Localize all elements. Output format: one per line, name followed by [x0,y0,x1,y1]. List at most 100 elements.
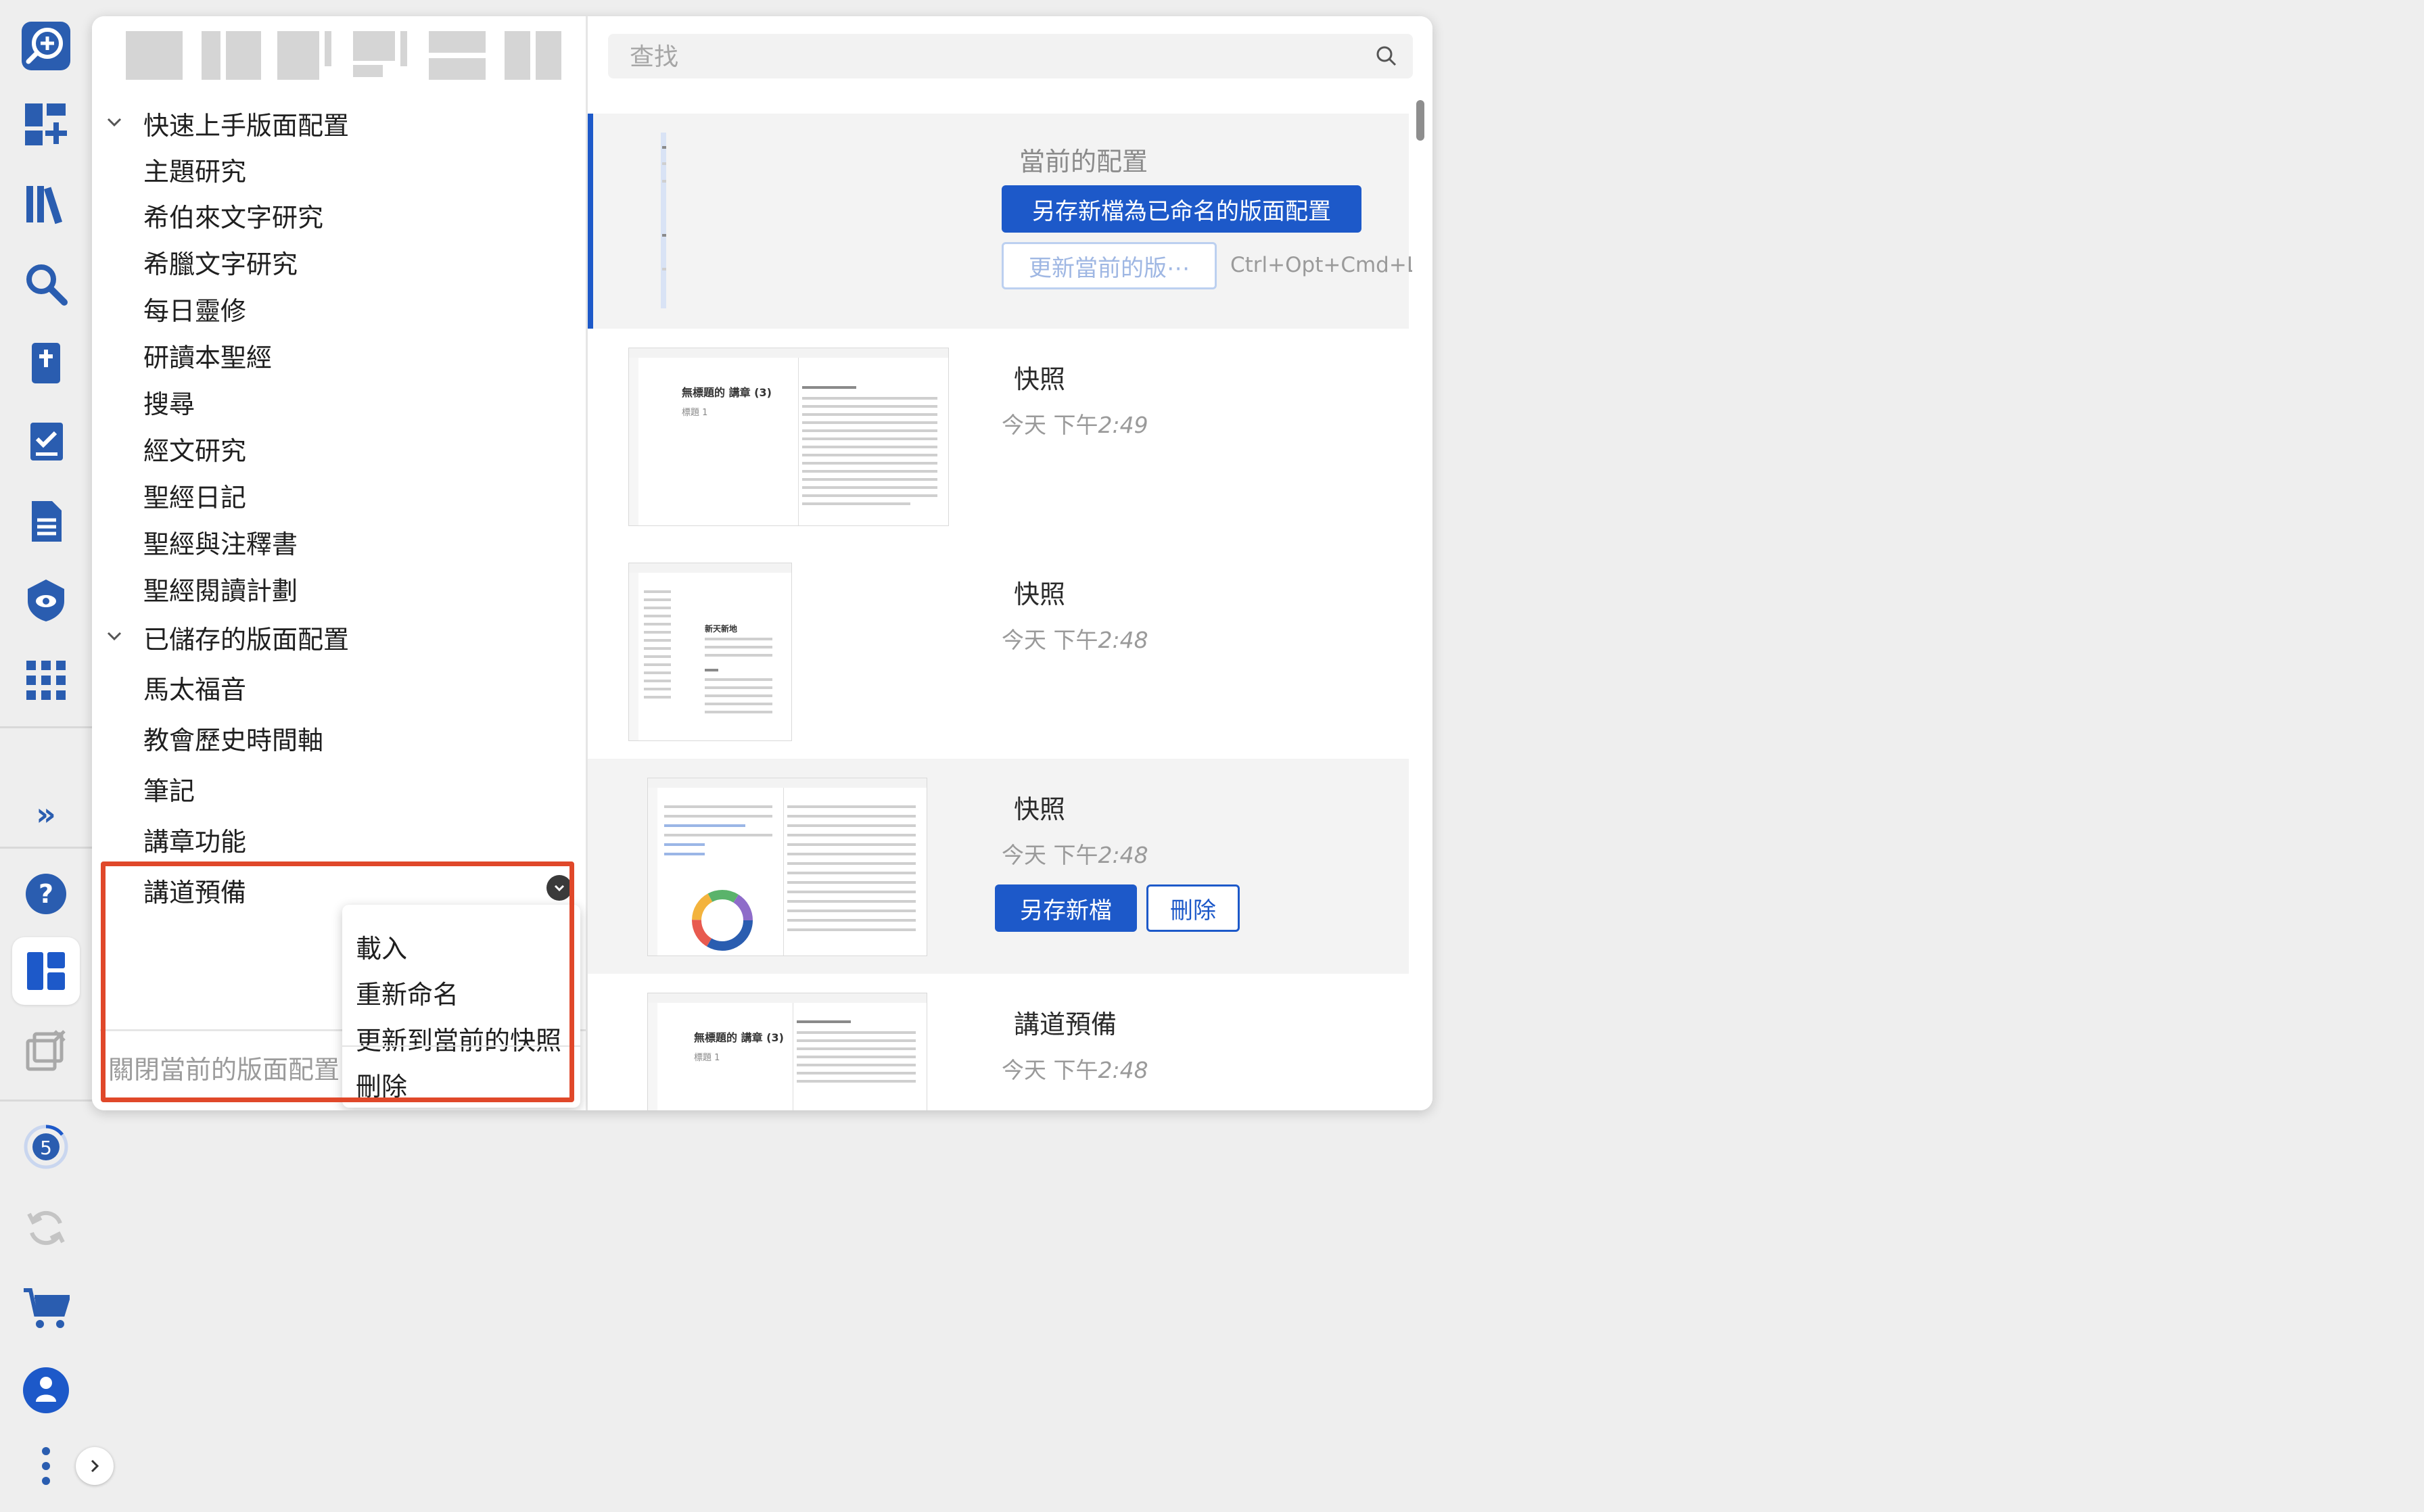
current-layout-title: 當前的配置 [1019,147,1148,176]
more-vert-icon[interactable] [12,1432,80,1500]
tree-item-label: 教會歷史時間軸 [143,725,324,755]
shield-eye-icon[interactable] [12,567,80,634]
saved-layout-item[interactable]: 教會歷史時間軸 [92,715,586,761]
snapshot-title: 快照 [1014,580,1066,609]
keyboard-shortcut: Ctrl+Opt+Cmd+L [1230,253,1418,277]
expand-rail-button[interactable]: » [12,780,80,848]
sync-badge-count: 5 [40,1137,52,1159]
sync-icon[interactable] [12,1194,80,1262]
item-menu-button[interactable] [546,875,572,901]
layout-columns-icon[interactable] [505,31,567,82]
tree-item-label: 希臘文字研究 [143,249,298,279]
rail-divider [0,726,92,728]
layout-alert-icon[interactable] [277,31,340,82]
snapshot-card[interactable]: 無標題的 講章 (3) 標題 1 講道預備 今天 下午2:48 [588,974,1409,1110]
tree-item-label: 講章功能 [143,826,247,857]
saved-layout-item[interactable]: 馬太福音 [92,664,586,710]
snapshot-title: 講道預備 [1014,1010,1117,1039]
layouts-icon[interactable] [12,937,80,1005]
tree-item-label: 希伯來文字研究 [143,202,324,233]
layout-two-column-icon[interactable] [202,31,264,82]
search-input[interactable] [628,34,1361,80]
tree-item[interactable]: 每日靈修 [92,285,586,331]
snapshot-card-hovered[interactable]: 快照 今天 下午2:48 另存新檔 刪除 [588,759,1409,974]
tree-item-label: 搜尋 [143,389,195,419]
save-snapshot-button[interactable]: 另存新檔 [995,884,1137,932]
search-icon[interactable] [1375,45,1398,68]
tree-group-quickstart[interactable]: 快速上手版面配置 [92,100,586,146]
snapshot-date: 今天 下午2:48 [1002,837,1148,870]
layout-single-icon[interactable] [126,31,188,82]
chevron-down-icon [107,118,122,127]
tree-item[interactable]: 搜尋 [92,379,586,425]
layout-two-row-icon[interactable] [429,31,491,82]
menu-item-rename[interactable]: 重新命名 [356,974,459,1011]
delete-snapshot-button[interactable]: 刪除 [1146,884,1240,932]
menu-item-delete[interactable]: 刪除 [356,1066,407,1103]
thumb-doc-subtitle: 標題 1 [694,1053,720,1063]
tree-item-label: 聖經閱讀計劃 [143,575,298,606]
date-prefix: 今天 下午 [1002,842,1098,868]
expand-sidebar-button[interactable] [76,1447,114,1485]
tree-item[interactable]: 研讀本聖經 [92,332,586,378]
search-icon[interactable] [12,250,80,318]
tree-item[interactable]: 主題研究 [92,146,586,192]
snapshot-thumbnail [647,778,927,956]
apps-grid-icon[interactable] [12,646,80,714]
menu-divider [342,1045,580,1047]
tree-item[interactable]: 聖經閱讀計劃 [92,565,586,611]
update-current-layout-button[interactable]: 更新當前的版⋯ [1002,242,1217,289]
tree-item[interactable]: 聖經日記 [92,472,586,518]
help-icon[interactable]: ? [12,860,80,928]
snapshot-card[interactable]: 新天新地 快照 今天 下午2:48 [588,544,1409,759]
close-current-layout-button[interactable]: 關閉當前的版面配置 [108,1049,340,1086]
saved-layout-item[interactable]: 筆記 [92,765,586,811]
chevron-down-icon [107,632,122,641]
time: 2:48 [1098,842,1148,868]
tree-item[interactable]: 希伯來文字研究 [92,192,586,238]
cart-icon[interactable] [12,1275,80,1343]
layouts-sidebar: 快速上手版面配置 主題研究 希伯來文字研究 希臘文字研究 每日靈修 研讀本聖經 … [92,16,588,1110]
bible-icon[interactable] [12,330,80,398]
tree-item-label: 經文研究 [143,435,247,466]
close-panels-icon[interactable] [12,1017,80,1085]
snapshot-date: 今天 下午2:48 [1002,622,1148,655]
layout-split-alert-icon[interactable] [353,31,415,82]
tree-item-label: 聖經與注釋書 [143,529,298,559]
tree-item[interactable]: 經文研究 [92,425,586,471]
tree-item-label: 每日靈修 [143,296,247,326]
scrollbar-thumb[interactable] [1416,100,1424,141]
tree-item[interactable]: 希臘文字研究 [92,239,586,285]
tree-group-label: 快速上手版面配置 [143,110,350,141]
menu-item-update-snapshot[interactable]: 更新到當前的快照 [356,1020,561,1057]
current-layout-thumbnail [628,133,818,310]
tree-item-label: 筆記 [143,776,195,806]
snapshot-thumbnail: 無標題的 講章 (3) 標題 1 [628,348,949,526]
add-guide-icon[interactable] [12,12,80,80]
saved-layout-item[interactable]: 講章功能 [92,816,586,862]
layout-context-menu: 載入 重新命名 更新到當前的快照 刪除 [342,905,580,1108]
account-icon[interactable] [12,1356,80,1424]
time: 2:49 [1098,412,1148,438]
snapshot-card[interactable]: 無標題的 講章 (3) 標題 1 快照 今天 下午2:49 [588,329,1409,544]
dashboard-add-icon[interactable] [12,91,80,158]
tree-group-saved[interactable]: 已儲存的版面配置 [92,614,586,660]
checklist-icon[interactable] [12,408,80,476]
snapshot-thumbnail: 新天新地 [628,563,792,741]
search-field[interactable] [608,34,1413,80]
time: 2:48 [1098,1057,1148,1083]
sync-status-icon[interactable]: 5 [12,1113,80,1181]
tree-item[interactable]: 聖經與注釋書 [92,519,586,565]
date-prefix: 今天 下午 [1002,1057,1098,1083]
library-icon[interactable] [12,170,80,238]
tree-item-label: 講道預備 [143,877,247,907]
menu-item-load[interactable]: 載入 [356,928,407,965]
svg-text:?: ? [39,879,53,909]
snapshot-date: 今天 下午2:48 [1002,1052,1148,1085]
document-icon[interactable] [12,488,80,556]
rail-divider [0,847,92,849]
thumb-donut-icon [692,890,753,951]
save-as-named-layout-button[interactable]: 另存新檔為已命名的版面配置 [1002,185,1361,233]
snapshot-title: 快照 [1014,364,1066,394]
date-prefix: 今天 下午 [1002,627,1098,653]
